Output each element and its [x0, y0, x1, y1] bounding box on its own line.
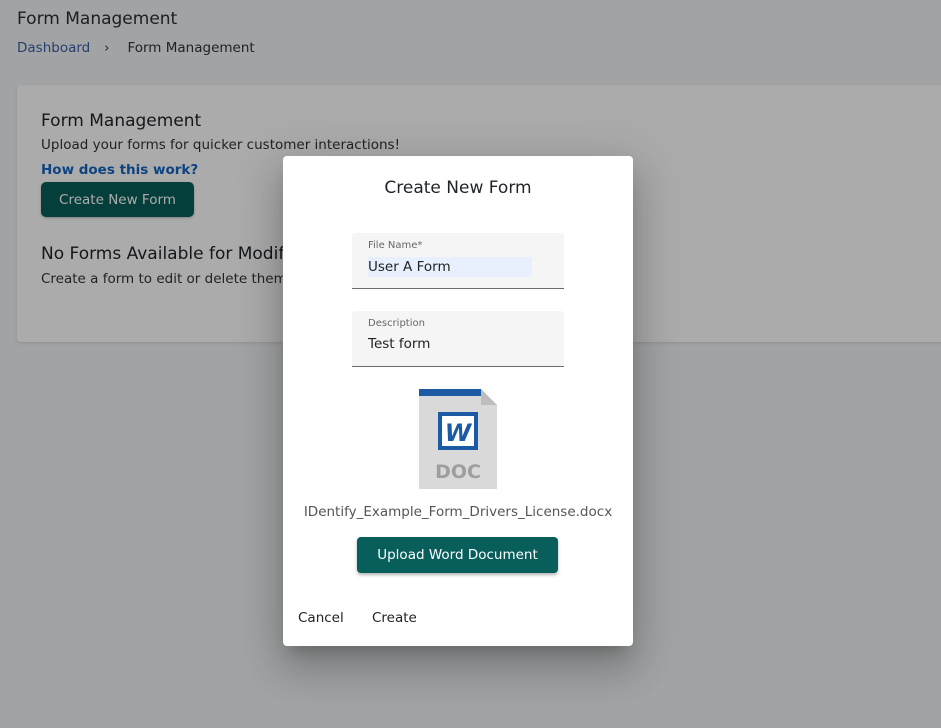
dialog-title: Create New Form — [384, 178, 532, 198]
description-input[interactable]: Test form — [368, 336, 430, 352]
file-name-label: File Name* — [368, 240, 423, 251]
uploaded-file-name: IDentify_Example_Form_Drivers_License.do… — [303, 504, 613, 520]
word-doc-icon: W DOC — [419, 389, 497, 489]
word-w-letter: W — [445, 419, 473, 447]
file-name-input[interactable]: User A Form — [368, 257, 532, 277]
upload-word-document-button[interactable]: Upload Word Document — [357, 537, 558, 573]
cancel-button[interactable]: Cancel — [298, 610, 344, 626]
file-name-field[interactable]: File Name* User A Form — [352, 233, 564, 289]
create-button[interactable]: Create — [372, 610, 417, 626]
doc-label: DOC — [435, 461, 481, 483]
description-field[interactable]: Description Test form — [352, 311, 564, 367]
create-form-dialog: Create New Form File Name* User A Form D… — [283, 156, 633, 646]
description-label: Description — [368, 318, 425, 329]
